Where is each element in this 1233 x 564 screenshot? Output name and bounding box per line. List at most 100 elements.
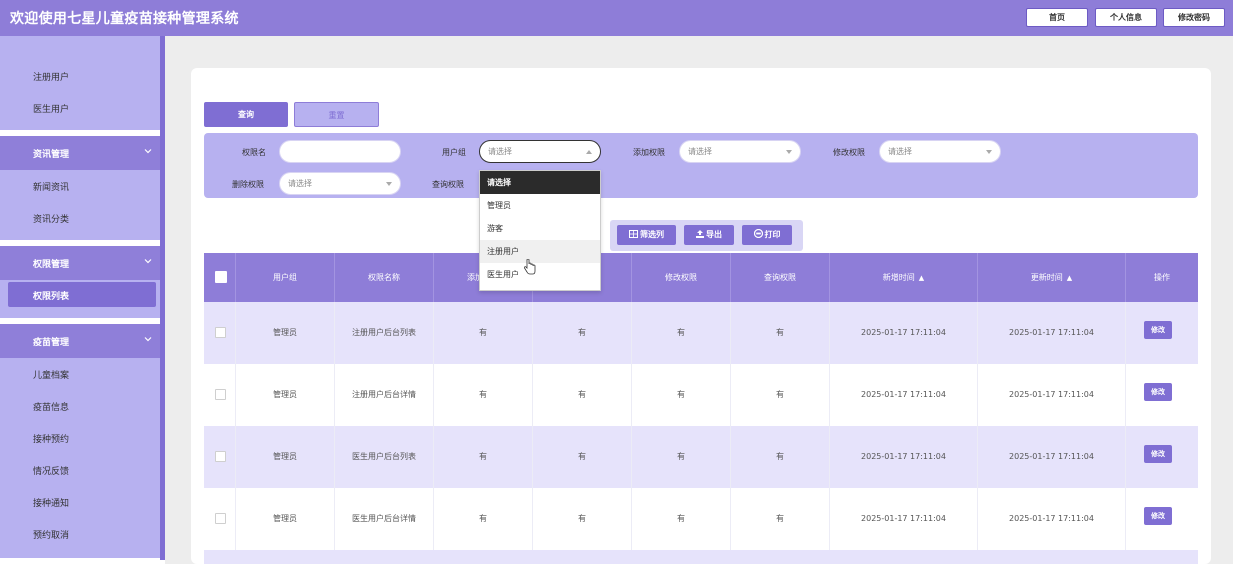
filter-columns-label: 筛选列 [640,230,664,239]
select-all-checkbox[interactable] [215,271,227,283]
select-placeholder: 请选择 [888,147,912,156]
sidebar-item-child-records[interactable]: 儿童档案 [33,368,69,381]
table-cell: 2025-01-17 17:11:04 [978,364,1126,426]
table-cell: 有 [533,488,632,550]
column-header-sortable[interactable]: 新增时间 ▲︎ [830,253,978,302]
table-row-partial [204,550,1198,564]
column-header: 用户组 [236,253,335,302]
dropdown-option[interactable]: 注册用户 [480,240,600,263]
home-button[interactable]: 首页 [1026,8,1088,27]
caret-up-icon [586,150,592,154]
sidebar-group-news[interactable]: 资讯管理 [0,136,160,170]
sort-icon: ▲︎ [918,274,925,282]
sidebar-item-vaccine-info[interactable]: 疫苗信息 [33,400,69,413]
sidebar-group-label: 资讯管理 [33,150,70,160]
column-header: 操作 [1154,273,1170,282]
edit-perm-select[interactable]: 请选择 [879,140,1001,163]
sidebar-user-group: 注册用户 医生用户 [0,36,160,130]
column-header-label: 新增时间 [882,273,915,282]
dropdown-option[interactable]: 医生用户 [480,263,600,286]
sidebar-item-notice[interactable]: 接种通知 [33,496,69,509]
table-cell: 医生用户后台列表 [335,426,434,488]
table-cell: 有 [533,364,632,426]
sidebar-item-appointment[interactable]: 接种预约 [33,432,69,445]
table-cell: 有 [434,488,533,550]
table-cell: 有 [533,426,632,488]
row-checkbox[interactable] [215,389,226,400]
export-icon [696,230,704,238]
chevron-down-icon [144,337,152,342]
table-cell: 有 [632,488,731,550]
dropdown-option[interactable]: 游客 [480,217,600,240]
table-cell: 管理员 [236,302,335,364]
sidebar-item-cancel[interactable]: 预约取消 [33,528,69,541]
profile-button[interactable]: 个人信息 [1095,8,1157,27]
table-cell: 有 [533,302,632,364]
reset-button[interactable]: 重置 [294,102,379,127]
sidebar-item-label: 权限列表 [33,292,70,302]
caret-down-icon [986,150,992,154]
filter-columns-button[interactable]: 筛选列 [617,225,676,245]
export-button[interactable]: 导出 [684,225,734,245]
table-row: 管理员 医生用户后台列表 有 有 有 有 2025-01-17 17:11:04… [204,426,1198,488]
edit-button[interactable]: 修改 [1144,383,1172,401]
sidebar-group-permissions[interactable]: 权限管理 [0,246,160,280]
column-header: 权限名称 [335,253,434,302]
row-checkbox[interactable] [215,451,226,462]
sidebar-item-feedback[interactable]: 情况反馈 [33,464,69,477]
sidebar-item-doctor-users[interactable]: 医生用户 [33,102,69,115]
table-header: 用户组 权限名称 添加权限 删除权限 修改权限 查询权限 新增时间▲︎ 更新时间… [204,253,1198,302]
row-checkbox[interactable] [215,327,226,338]
edit-button[interactable]: 修改 [1144,507,1172,525]
table-cell: 有 [434,302,533,364]
table-cell: 2025-01-17 17:11:04 [830,426,978,488]
hand-cursor-icon [524,259,536,275]
add-perm-select[interactable]: 请选择 [679,140,801,163]
add-perm-label: 添加权限 [633,148,665,157]
table-cell: 有 [731,426,830,488]
sidebar-group-label: 疫苗管理 [33,338,70,348]
select-placeholder: 请选择 [488,147,512,156]
sidebar-group-vaccine[interactable]: 疫苗管理 [0,324,160,358]
query-perm-label: 查询权限 [432,180,464,189]
print-label: 打印 [764,230,781,239]
table-cell: 管理员 [236,364,335,426]
table-cell: 2025-01-17 17:11:04 [978,488,1126,550]
edit-button[interactable]: 修改 [1144,445,1172,463]
delete-perm-label: 删除权限 [232,180,264,189]
dropdown-option[interactable]: 管理员 [480,194,600,217]
edit-button[interactable]: 修改 [1144,321,1172,339]
select-placeholder: 请选择 [688,147,712,156]
change-password-button[interactable]: 修改密码 [1163,8,1225,27]
sidebar-vaccine-items: 儿童档案 疫苗信息 接种预约 情况反馈 接种通知 预约取消 [0,358,160,558]
table-cell: 2025-01-17 17:11:04 [830,488,978,550]
perm-name-input[interactable] [279,140,401,163]
sidebar-item-registered-users[interactable]: 注册用户 [33,70,69,83]
caret-down-icon [386,182,392,186]
sidebar-item-news[interactable]: 新闻资讯 [33,180,69,193]
table-cell: 管理员 [236,488,335,550]
table-row: 管理员 注册用户后台详情 有 有 有 有 2025-01-17 17:11:04… [204,364,1198,426]
print-button[interactable]: 打印 [742,225,792,245]
column-header-label: 更新时间 [1030,273,1063,282]
column-header-sortable[interactable]: 更新时间 ▲︎ [978,253,1126,302]
sidebar-item-permission-list[interactable]: 权限列表 [8,282,156,307]
caret-down-icon [786,150,792,154]
row-checkbox[interactable] [215,513,226,524]
perm-name-label: 权限名 [242,148,266,157]
dropdown-option[interactable]: 请选择 [480,171,600,194]
delete-perm-select[interactable]: 请选择 [279,172,401,195]
user-group-select[interactable]: 请选择 [479,140,601,163]
export-label: 导出 [706,230,722,239]
table-cell: 有 [632,426,731,488]
sidebar-group-label: 权限管理 [33,260,70,270]
sidebar-item-news-category[interactable]: 资讯分类 [33,212,69,225]
table-cell: 有 [434,364,533,426]
user-group-label: 用户组 [442,148,466,157]
table-cell: 2025-01-17 17:11:04 [830,302,978,364]
table-cell: 管理员 [236,426,335,488]
chevron-down-icon [144,149,152,154]
query-button[interactable]: 查询 [204,102,288,127]
table-cell: 有 [434,426,533,488]
table-cell: 有 [731,364,830,426]
